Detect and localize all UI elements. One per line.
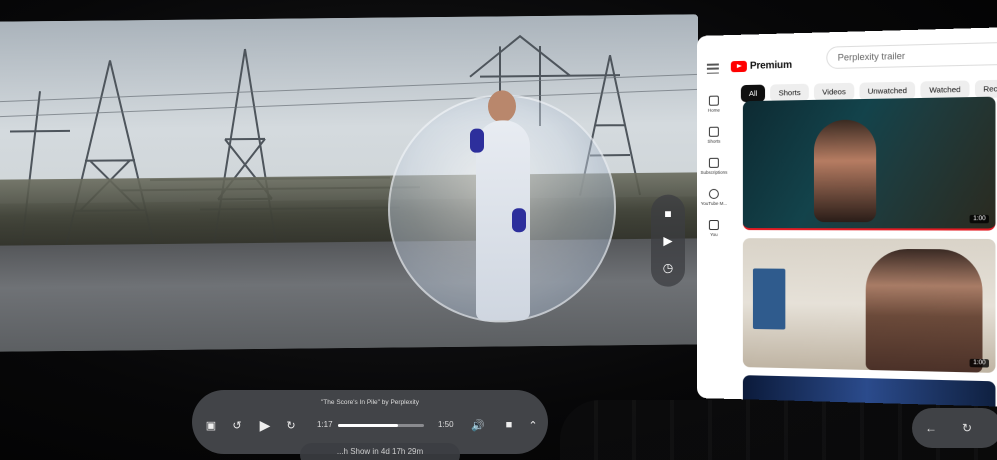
now-playing-title: "The Score's In Pile" by Perplexity [192,399,548,406]
chip-recently[interactable]: Recently [975,79,997,98]
current-time: 1:17 [317,420,333,429]
nav-label: Subscriptions [700,170,727,175]
youtube-panel: Premium Perplexity trailer All Shorts Vi… [697,27,997,407]
youtube-play-icon [731,61,747,72]
nav-label: Home [708,108,720,113]
volume-icon[interactable]: 🔊 [467,412,489,438]
tv-icon[interactable]: ▶ [659,232,677,250]
rewind-icon[interactable]: ↺ [226,412,248,438]
nav-label: Shorts [707,139,720,144]
nav-home[interactable]: Home [708,96,720,113]
refresh-icon[interactable]: ↻ [958,419,976,437]
video-thumbnail[interactable]: 1:00 [743,97,996,231]
right-glove [512,208,526,232]
play-button[interactable]: ▶ [254,412,276,438]
nav-label: YouTube M... [701,201,727,206]
duration: 1:50 [438,420,454,429]
thumbnail-person [814,119,876,222]
nav-subscriptions[interactable]: Subscriptions [700,158,727,175]
nav-label: You [710,232,718,237]
lock-icon[interactable]: ■ [659,205,677,223]
back-icon[interactable]: ← [922,419,940,437]
left-glove [470,129,484,153]
menu-icon[interactable] [707,63,719,73]
progress-bar[interactable] [338,424,424,427]
shorts-icon [709,127,719,137]
thumbnail-shelf [753,268,785,329]
library-icon [709,220,719,230]
duration-badge: 1:00 [970,359,989,368]
nav-youtube-music[interactable]: YouTube M... [701,189,727,206]
duration-badge: 1:00 [970,215,989,223]
pip-icon[interactable]: ▣ [200,412,222,438]
person-in-bubble [470,90,536,323]
chip-videos[interactable]: Videos [814,83,854,101]
screen-mode-icon[interactable]: ■ [498,412,520,438]
youtube-logo-text: Premium [750,60,792,72]
forward-icon[interactable]: ↻ [280,412,302,438]
youtube-music-icon [709,189,719,199]
search-input[interactable]: Perplexity trailer [826,42,997,69]
progress-fill [338,424,398,427]
subscriptions-icon [709,158,719,168]
video-side-controls: ■ ▶ ◷ [651,194,685,286]
chip-all[interactable]: All [741,85,766,103]
video-thumbnail[interactable]: 1:00 [743,238,996,373]
chevron-up-icon[interactable]: ⌃ [522,412,544,438]
chip-watched[interactable]: Watched [921,80,969,99]
event-countdown: ...h Show in 4d 17h 29m [300,443,460,460]
clock-icon[interactable]: ◷ [659,258,677,276]
nav-shorts[interactable]: Shorts [707,127,720,144]
thumbnail-person [866,249,983,373]
person-head [488,90,516,122]
youtube-logo[interactable]: Premium [731,60,792,73]
corner-controls: ← ↻ [912,408,997,448]
chip-shorts[interactable]: Shorts [770,84,808,102]
home-icon [709,96,719,106]
nav-you[interactable]: You [709,220,719,237]
video-feed: 1:00 1:00 [743,97,996,407]
video-screen[interactable]: ■ ▶ ◷ [0,14,698,351]
youtube-sidebar: Home Shorts Subscriptions YouTube M... Y… [697,95,731,237]
